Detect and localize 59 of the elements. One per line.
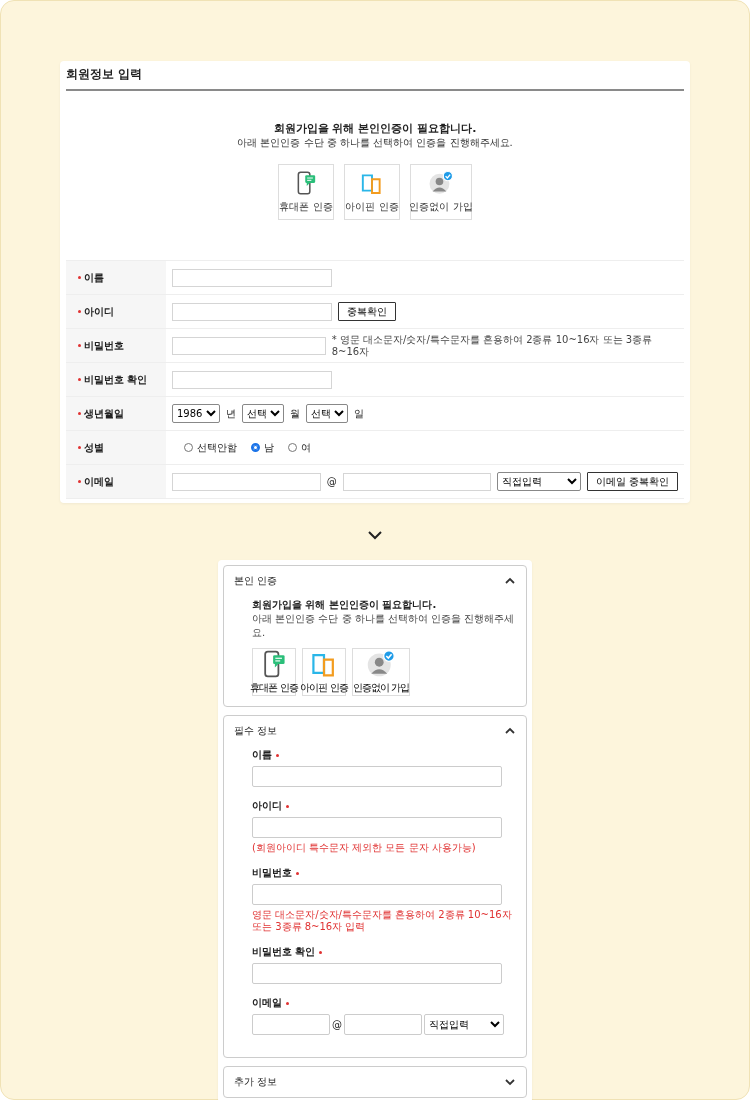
text-field[interactable] (172, 370, 332, 389)
text-field[interactable] (252, 766, 502, 787)
field-label: 아이디 (84, 304, 114, 319)
password-field[interactable] (172, 336, 326, 355)
date-select[interactable]: 선택 (306, 404, 348, 423)
field-label: 이메일 (252, 996, 282, 1010)
user-check-icon (428, 170, 454, 196)
gender-radio[interactable]: 여 (288, 440, 311, 455)
section-title[interactable]: 추가 정보 (234, 1075, 278, 1089)
date-unit: 년 (226, 406, 236, 421)
arrow-down-icon (367, 530, 383, 540)
field-label: 아이디 (252, 799, 282, 813)
text-field[interactable] (172, 302, 332, 321)
domain-select[interactable]: 직접입력 (424, 1014, 504, 1035)
intro-heading: 회원가입을 위해 본인인증이 필요합니다. (252, 598, 438, 612)
field-label: 비밀번호 확인 (252, 945, 316, 959)
email-domain-field[interactable] (342, 472, 492, 491)
password-hint: * 영문 대소문자/숫자/특수문자를 혼용하여 2종류 10~16자 또는 3종류 8~16자 (331, 333, 654, 358)
section-title[interactable]: 필수 정보 (234, 724, 278, 738)
verification-option[interactable]: 아이핀 인증 (302, 648, 346, 696)
verification-option[interactable]: 인증없이 가입 (352, 648, 410, 696)
field-label: 비밀번호 (84, 338, 124, 353)
text-field[interactable] (252, 963, 502, 984)
gender-radio[interactable]: 남 (251, 440, 274, 455)
email-domain-field[interactable] (344, 1014, 422, 1035)
field-label: 비밀번호 확인 (84, 372, 148, 387)
intro-text: 아래 본인인증 수단 중 하나를 선택하여 인증을 진행해주세요. (252, 612, 516, 640)
field-hint: (회원아이디 특수문자 제외한 모든 문자 사용가능) (252, 842, 477, 854)
field-label: 이메일 (84, 474, 114, 489)
gender-radio[interactable]: 선택안함 (184, 440, 237, 455)
verification-option[interactable]: 인증없이 가입 (410, 164, 472, 220)
date-select[interactable]: 1986 (172, 404, 220, 423)
at-sign: @ (326, 476, 337, 487)
field-hint: 영문 대소문자/숫자/특수문자를 혼용하여 2종류 10~16자 또는 3종류 8~16자 입력 (252, 909, 512, 933)
form-title: 회원정보 입력 (66, 61, 684, 91)
verification-option[interactable]: 휴대폰 인증 (278, 164, 334, 220)
date-unit: 일 (354, 406, 364, 421)
verification-option[interactable]: 휴대폰 인증 (252, 648, 296, 696)
intro-text: 아래 본인인증 수단 중 하나를 선택하여 인증을 진행해주세요. (237, 136, 513, 150)
date-unit: 월 (290, 406, 300, 421)
field-label: 이름 (84, 270, 104, 285)
email-field[interactable] (172, 472, 321, 491)
field-label: 생년월일 (84, 406, 124, 421)
field-label: 성별 (84, 440, 104, 455)
domain-select[interactable]: 직접입력 (497, 472, 581, 491)
field-label: 이름 (252, 748, 272, 762)
intro-heading: 회원가입을 위해 본인인증이 필요합니다. (273, 121, 477, 136)
verification-option[interactable]: 아이핀 인증 (344, 164, 400, 220)
text-field[interactable] (252, 884, 502, 905)
at-sign: @ (332, 1019, 342, 1030)
text-field[interactable] (172, 268, 332, 287)
check-duplicate-button[interactable]: 중복확인 (338, 302, 396, 321)
expand-icon[interactable] (504, 1076, 516, 1088)
email-check-button[interactable]: 이메일 중복확인 (586, 472, 678, 491)
email-field[interactable] (252, 1014, 330, 1035)
section-title[interactable]: 본인 인증 (234, 574, 278, 588)
field-label: 비밀번호 (252, 866, 292, 880)
date-select[interactable]: 선택 (242, 404, 284, 423)
text-field[interactable] (252, 817, 502, 838)
